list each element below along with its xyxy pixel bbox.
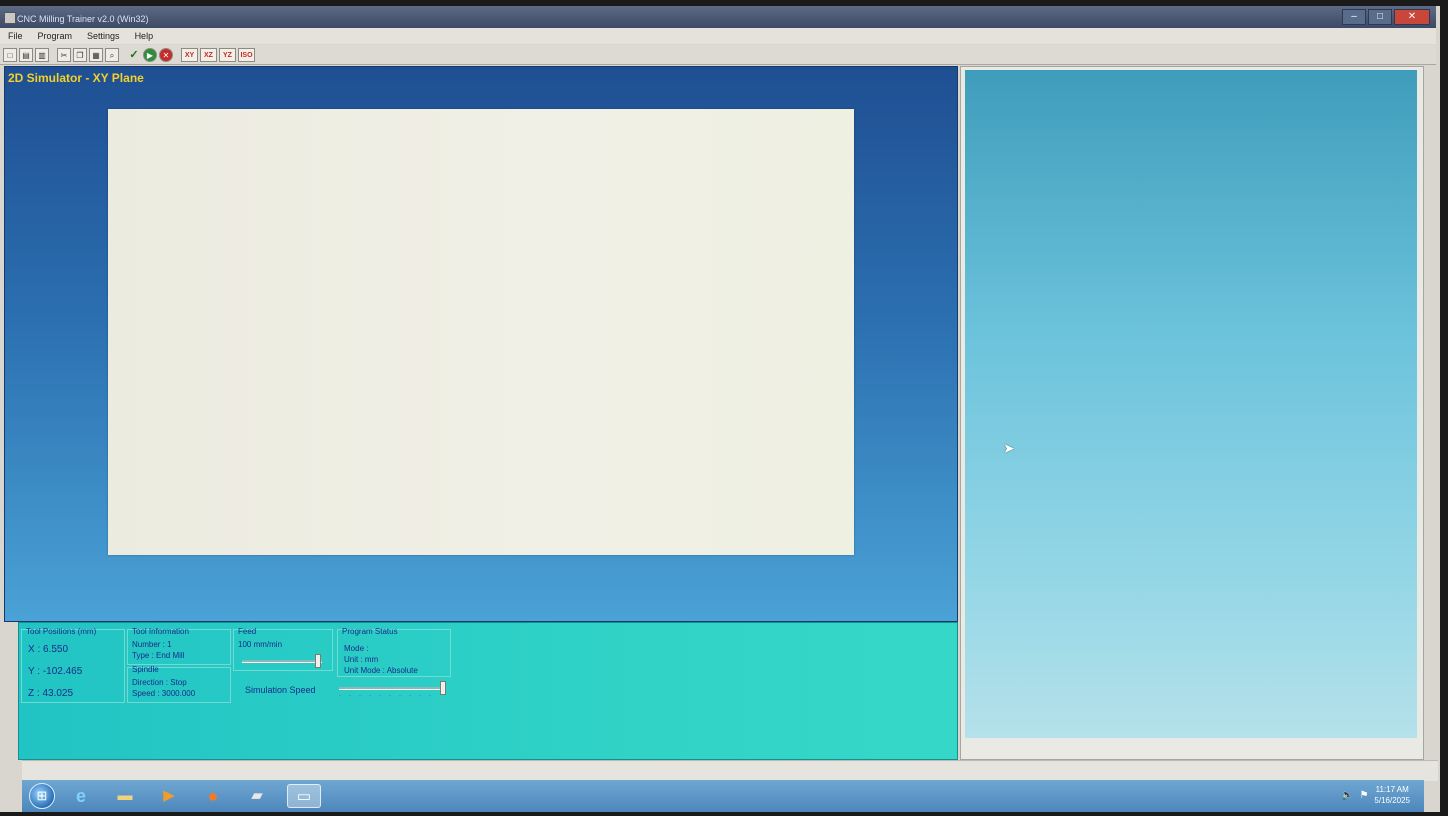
start-button[interactable]: ⊞ — [29, 783, 55, 809]
file-explorer-icon[interactable]: ▬ — [111, 784, 139, 808]
feed-group: Feed 100 mm/min — [233, 627, 333, 671]
check-icon[interactable]: ✓ — [127, 48, 141, 62]
spindle-speed: Speed : 3000.000 — [132, 689, 196, 698]
volume-icon[interactable]: 🔈 — [1341, 790, 1353, 801]
iso-view-button[interactable]: ISO — [238, 47, 255, 62]
copy-icon[interactable]: ❐ — [73, 47, 87, 62]
simulator-title: 2D Simulator - XY Plane — [8, 71, 144, 85]
simulator-panel: 2D Simulator - XY Plane — [4, 66, 958, 622]
menu-program[interactable]: Program — [36, 28, 78, 44]
menu-bar: File Program Settings Help — [0, 28, 1436, 44]
window-status-bar — [22, 760, 1438, 781]
open-icon[interactable]: ▤ — [19, 47, 33, 62]
run-icon[interactable]: ▶ — [143, 47, 157, 62]
tool-positions-group: Tool Positions (mm) X : 6.550 Y : -102.4… — [21, 627, 125, 703]
feed-value: 100 mm/min — [238, 640, 283, 649]
mouse-cursor-icon: ➤ — [1003, 440, 1015, 456]
simulation-speed-thumb[interactable] — [440, 681, 446, 695]
internet-explorer-icon[interactable]: e — [67, 784, 95, 808]
close-button[interactable]: ✕ — [1394, 9, 1430, 25]
spindle-direction: Direction : Stop — [132, 678, 187, 687]
save-icon[interactable]: ▥ — [35, 47, 49, 62]
tool-number: Number : 1 — [132, 640, 172, 649]
program-panel — [960, 66, 1424, 760]
new-icon[interactable]: □ — [3, 47, 17, 62]
system-tray: 🔈 ⚑ 11:17 AM 5/16/2025 — [1341, 784, 1410, 806]
taskbar: ⊞ e ▬ ▶ ● ▰ ▭ 🔈 ⚑ 11:17 AM 5/16/2025 — [22, 780, 1424, 812]
tool-positions-title: Tool Positions (mm) — [26, 627, 97, 636]
clock-time: 11:17 AM — [1375, 785, 1409, 794]
firefox-icon[interactable]: ● — [199, 784, 227, 808]
app-icon[interactable]: ▰ — [243, 784, 271, 808]
tool-information-title: Tool Information — [132, 627, 189, 636]
find-icon[interactable]: ⌕ — [105, 47, 119, 62]
spindle-title: Spindle — [132, 665, 159, 674]
xz-plane-button[interactable]: XZ — [200, 47, 217, 62]
program-status-title: Program Status — [342, 627, 398, 636]
toolbar: □ ▤ ▥ ✂ ❐ ▦ ⌕ ✓ ▶ ✕ XY XZ YZ ISO — [0, 45, 1436, 65]
simulation-speed-label: Simulation Speed — [245, 685, 316, 695]
window-titlebar[interactable]: CNC Milling Trainer v2.0 (Win32) – □ ✕ — [0, 6, 1436, 28]
paste-icon[interactable]: ▦ — [89, 47, 103, 62]
program-unit: Unit : mm — [344, 655, 379, 664]
program-mode: Mode : — [344, 644, 369, 653]
window-title: CNC Milling Trainer v2.0 (Win32) — [17, 14, 149, 24]
stop-icon[interactable]: ✕ — [159, 47, 173, 62]
network-icon[interactable]: ⚑ — [1359, 790, 1368, 801]
x-position: X : 6.550 — [28, 644, 69, 655]
status-panel: Tool Positions (mm) X : 6.550 Y : -102.4… — [18, 622, 958, 760]
spindle-group: Spindle Direction : Stop Speed : 3000.00… — [127, 665, 231, 703]
clock-date: 5/16/2025 — [1374, 796, 1410, 805]
z-position: Z : 43.025 — [28, 688, 74, 699]
yz-plane-button[interactable]: YZ — [219, 47, 236, 62]
simulation-speed-ticks: ·········· — [339, 693, 439, 699]
maximize-button[interactable]: □ — [1368, 9, 1392, 25]
menu-settings[interactable]: Settings — [85, 28, 125, 44]
media-player-icon[interactable]: ▶ — [155, 784, 183, 808]
feed-slider-thumb[interactable] — [315, 654, 321, 668]
program-view[interactable] — [965, 70, 1417, 738]
menu-file[interactable]: File — [6, 28, 28, 44]
feed-title: Feed — [238, 627, 257, 636]
tool-type: Type : End Mill — [132, 651, 185, 660]
program-unit-mode: Unit Mode : Absolute — [344, 666, 418, 675]
app-icon — [4, 12, 16, 24]
cnc-window-icon[interactable]: ▭ — [287, 784, 321, 808]
taskbar-clock[interactable]: 11:17 AM 5/16/2025 — [1374, 784, 1410, 806]
simulation-canvas[interactable] — [108, 109, 854, 555]
simulation-speed-track — [339, 687, 443, 690]
minimize-button[interactable]: – — [1342, 9, 1366, 25]
xy-plane-button[interactable]: XY — [181, 47, 198, 62]
y-position: Y : -102.465 — [28, 666, 83, 677]
cut-icon[interactable]: ✂ — [57, 47, 71, 62]
program-status-group: Program Status Mode : Unit : mm Unit Mod… — [337, 627, 451, 677]
tool-information-group: Tool Information Number : 1 Type : End M… — [127, 627, 231, 665]
menu-help[interactable]: Help — [133, 28, 159, 44]
feed-slider-track — [242, 660, 322, 663]
